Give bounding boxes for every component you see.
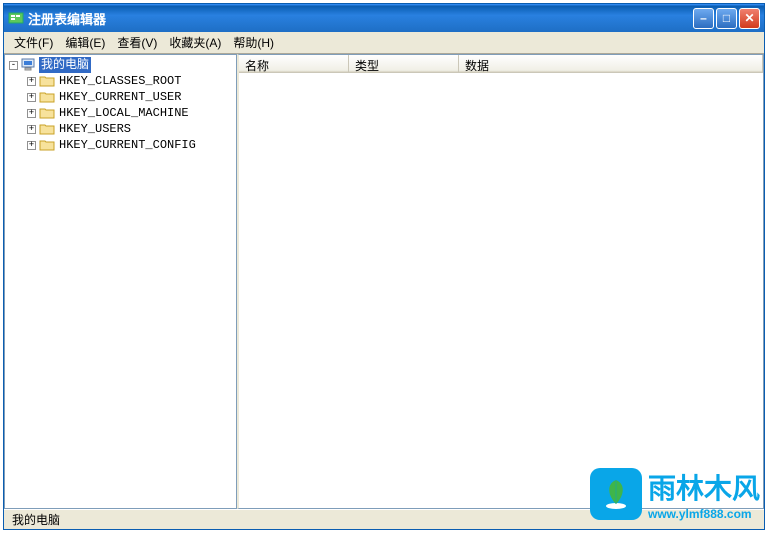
tree-item-label: HKEY_LOCAL_MACHINE — [57, 105, 191, 121]
tree-item-hklm[interactable]: + HKEY_LOCAL_MACHINE — [5, 105, 236, 121]
expand-icon[interactable]: + — [27, 93, 36, 102]
app-icon — [8, 10, 24, 26]
expand-icon[interactable]: + — [27, 141, 36, 150]
tree-item-hku[interactable]: + HKEY_USERS — [5, 121, 236, 137]
column-data[interactable]: 数据 — [459, 55, 763, 72]
tree-item-label: HKEY_CURRENT_USER — [57, 89, 183, 105]
menu-help[interactable]: 帮助(H) — [227, 32, 280, 53]
statusbar: 我的电脑 — [4, 509, 764, 529]
window-title: 注册表编辑器 — [28, 9, 693, 28]
tree-item-label: HKEY_CURRENT_CONFIG — [57, 137, 198, 153]
column-type[interactable]: 类型 — [349, 55, 459, 72]
menu-edit[interactable]: 编辑(E) — [59, 32, 111, 53]
column-name[interactable]: 名称 — [239, 55, 349, 72]
folder-icon — [39, 138, 55, 152]
menu-favorites[interactable]: 收藏夹(A) — [163, 32, 227, 53]
folder-icon — [39, 122, 55, 136]
registry-editor-window: 注册表编辑器 – □ ✕ 文件(F) 编辑(E) 查看(V) 收藏夹(A) 帮助… — [3, 3, 765, 530]
expand-icon[interactable]: + — [27, 125, 36, 134]
tree-item-label: HKEY_USERS — [57, 121, 133, 137]
maximize-button[interactable]: □ — [716, 8, 737, 29]
list-pane[interactable]: 名称 类型 数据 — [237, 54, 764, 509]
status-path: 我的电脑 — [8, 511, 64, 528]
list-header: 名称 类型 数据 — [239, 55, 763, 73]
tree-root-label: 我的电脑 — [39, 57, 91, 73]
computer-icon — [21, 58, 37, 72]
tree-pane[interactable]: - 我的电脑 + HKEY_CLASSES_ROOT + HKEY_CURREN… — [4, 54, 237, 509]
folder-icon — [39, 74, 55, 88]
client-area: - 我的电脑 + HKEY_CLASSES_ROOT + HKEY_CURREN… — [4, 54, 764, 509]
menu-view[interactable]: 查看(V) — [111, 32, 163, 53]
tree-item-label: HKEY_CLASSES_ROOT — [57, 73, 183, 89]
tree-item-hkcu[interactable]: + HKEY_CURRENT_USER — [5, 89, 236, 105]
minimize-button[interactable]: – — [693, 8, 714, 29]
menu-file[interactable]: 文件(F) — [8, 32, 59, 53]
close-button[interactable]: ✕ — [739, 8, 760, 29]
tree-item-hkcr[interactable]: + HKEY_CLASSES_ROOT — [5, 73, 236, 89]
expand-icon[interactable]: + — [27, 109, 36, 118]
folder-icon — [39, 90, 55, 104]
folder-icon — [39, 106, 55, 120]
collapse-icon[interactable]: - — [9, 61, 18, 70]
window-controls: – □ ✕ — [693, 8, 760, 29]
tree-item-hkcc[interactable]: + HKEY_CURRENT_CONFIG — [5, 137, 236, 153]
titlebar[interactable]: 注册表编辑器 – □ ✕ — [4, 4, 764, 32]
tree-root-my-computer[interactable]: - 我的电脑 — [5, 57, 236, 73]
expand-icon[interactable]: + — [27, 77, 36, 86]
menubar: 文件(F) 编辑(E) 查看(V) 收藏夹(A) 帮助(H) — [4, 32, 764, 54]
